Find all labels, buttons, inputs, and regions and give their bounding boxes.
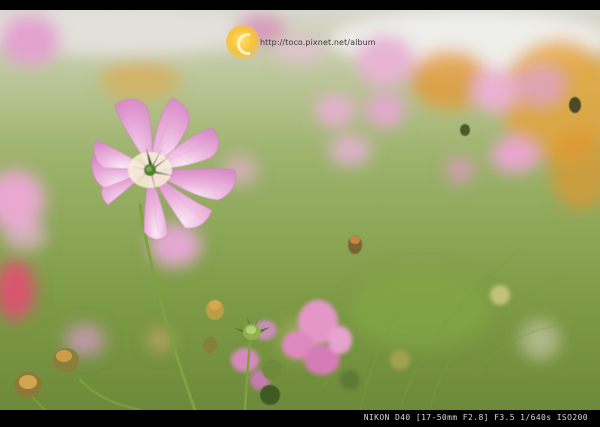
cosmos-flower-photo — [0, 10, 600, 410]
photo-frame: http://toco.pixnet.net/album NIKON D40 [… — [0, 0, 600, 427]
watermark: http://toco.pixnet.net/album — [226, 22, 376, 62]
circular-logo-icon — [226, 25, 260, 59]
watermark-url: http://toco.pixnet.net/album — [260, 38, 376, 47]
exif-caption: NIKON D40 [17-50mm F2.8] F3.5 1/640s ISO… — [363, 413, 588, 422]
